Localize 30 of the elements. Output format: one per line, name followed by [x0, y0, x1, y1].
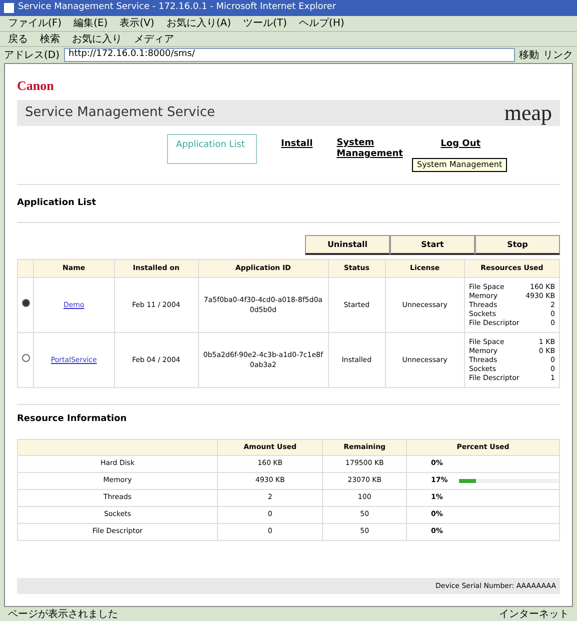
radio-button[interactable]	[22, 354, 30, 362]
section-heading: Resource Information	[17, 413, 127, 426]
toolbar-button[interactable]: 戻る	[8, 32, 28, 46]
zone-label: インターネット	[499, 608, 569, 621]
banner-title: Service Management Service	[25, 104, 215, 122]
toolbar-button[interactable]: 検索	[40, 32, 60, 46]
go-button[interactable]: 移動	[519, 48, 539, 62]
menu-item[interactable]: ツール(T)	[243, 16, 287, 31]
menu-item[interactable]: 表示(V)	[120, 16, 154, 31]
action-button[interactable]: Uninstall	[305, 235, 390, 255]
address-label: アドレス(D)	[4, 48, 60, 62]
browser-icon	[4, 3, 14, 13]
menu-item[interactable]: お気に入り(A)	[166, 16, 231, 31]
action-button[interactable]: Stop	[475, 235, 560, 255]
meap-logo: meap	[504, 102, 552, 124]
section-heading: Application List	[17, 196, 96, 210]
action-button[interactable]: Start	[390, 235, 475, 255]
brand-logo: Canon	[17, 77, 54, 95]
address-field[interactable]: http://172.16.0.1:8000/sms/	[64, 48, 515, 62]
menu-item[interactable]: 編集(E)	[74, 16, 108, 31]
links-button[interactable]: リンク	[543, 48, 573, 62]
toolbar-button[interactable]: メディア	[134, 32, 174, 46]
status-message: ページが表示されました	[8, 608, 118, 621]
tooltip: System Management	[412, 158, 508, 172]
menu-item[interactable]: ファイル(F)	[8, 16, 62, 31]
toolbar-button[interactable]: お気に入り	[72, 32, 122, 46]
window-title: Service Management Service - 172.16.0.1 - Microsoft Internet Explorer	[18, 1, 336, 14]
menu-item[interactable]: ヘルプ(H)	[298, 16, 344, 31]
nav-tab[interactable]: Install	[281, 134, 313, 164]
radio-button[interactable]	[22, 299, 30, 308]
